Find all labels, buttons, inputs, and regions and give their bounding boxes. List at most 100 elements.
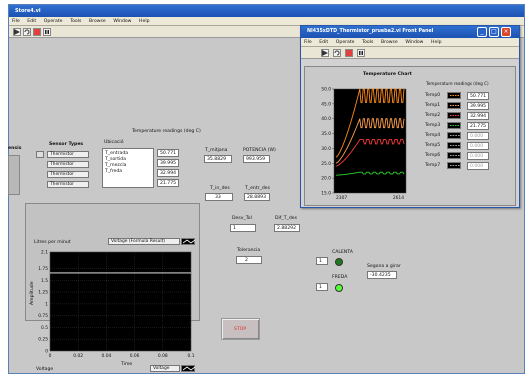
fp-menu-file[interactable]: File <box>304 40 312 45</box>
minimize-icon[interactable]: _ <box>477 27 487 37</box>
close-icon[interactable]: × <box>501 27 511 37</box>
fp-run-arrow-icon[interactable] <box>321 49 329 57</box>
temp-y-tick-label: 20.0 <box>321 176 331 182</box>
t-entr-des-label: T_entr_des <box>245 186 270 191</box>
tolerancia-control[interactable]: 2 <box>236 256 262 264</box>
main-title-bar[interactable]: Store4.vi <box>9 5 524 17</box>
menu-file[interactable]: File <box>12 19 20 24</box>
menu-operate[interactable]: Operate <box>44 19 63 24</box>
pause-icon[interactable] <box>43 28 51 36</box>
fp-pause-icon[interactable] <box>357 49 365 57</box>
legend-label: Temp1 <box>425 103 441 108</box>
t-in-des-control[interactable]: 33 <box>205 193 233 201</box>
plot-line-style-icon[interactable] <box>181 238 195 245</box>
graph-y-tick-label: 2.1 <box>41 250 48 256</box>
voltage-selector[interactable]: Voltage <box>150 365 180 372</box>
calenta-label: CALENTA <box>332 250 353 255</box>
legend-value: 39.995 <box>467 102 489 110</box>
sensor-type-0[interactable]: Thermistor <box>47 151 89 158</box>
litres-graph-plot-legend[interactable]: Voltage (Formula Result) <box>108 238 180 245</box>
stop-button[interactable]: STOP <box>221 318 260 340</box>
voltage-label-left: Voltage <box>36 367 54 372</box>
graph-y-tick-label: 1 <box>45 301 48 307</box>
legend-swatch[interactable] <box>447 152 461 159</box>
legend-swatch[interactable] <box>447 162 461 169</box>
fp-menu-edit[interactable]: Edit <box>319 40 328 45</box>
graph-x-tick-label: 0.04 <box>102 353 112 359</box>
legend-swatch[interactable] <box>447 112 461 119</box>
sensor-type-2[interactable]: Thermistor <box>47 171 89 178</box>
stop-button-label: STOP <box>234 327 247 332</box>
menu-edit[interactable]: Edit <box>27 19 36 24</box>
segona-value: -30.4235 <box>367 271 397 279</box>
calenta-index[interactable]: 1 <box>316 257 328 265</box>
graph-x-tick-label: 0.02 <box>73 353 83 359</box>
temp-y-tick-label: 40.0 <box>321 116 331 122</box>
legend-value: 0.000 <box>467 142 489 150</box>
voltage-plot-style-icon[interactable] <box>181 365 195 372</box>
fp-menu-help[interactable]: Help <box>431 40 441 45</box>
temp-readings-title: Temperature readings (deg C) <box>132 129 201 134</box>
ubicacio-item[interactable]: T_mezcla <box>105 163 151 168</box>
segona-label: Segona a girar <box>367 264 401 269</box>
freda-index[interactable]: 1 <box>316 283 328 291</box>
menu-window[interactable]: Window <box>113 19 131 24</box>
fp-menu-operate[interactable]: Operate <box>336 40 355 45</box>
sensor-type-3[interactable]: Thermistor <box>47 181 89 188</box>
calenta-led[interactable] <box>335 258 343 266</box>
menu-browse[interactable]: Browse <box>89 19 106 24</box>
legend-label: Temp0 <box>425 93 441 98</box>
ubicacio-item[interactable]: T_entrada <box>105 151 151 156</box>
legend-value: 0.000 <box>467 162 489 170</box>
ubicacio-item[interactable]: T_sortida <box>105 157 151 162</box>
menu-help[interactable]: Help <box>139 19 149 24</box>
sensor-type-1[interactable]: Thermistor <box>47 161 89 168</box>
graph-y-axis-label: Amplitude <box>29 281 35 305</box>
fp-menu-browse[interactable]: Browse <box>381 40 398 45</box>
fp-menu-tools[interactable]: Tools <box>362 40 373 45</box>
graph-y-tick-label: 0.5 <box>41 325 48 331</box>
legend-swatch[interactable] <box>447 92 461 99</box>
legend-value: 50.771 <box>467 92 489 100</box>
legend-label: Temp7 <box>425 163 441 168</box>
fp-toolbar <box>301 47 519 59</box>
abort-icon[interactable] <box>33 28 41 36</box>
temp-y-ticks: 50.0 45.0 40.0 35.0 30.0 25.0 20.0 15.0 <box>321 87 334 197</box>
t-in-des-label: T_in_des <box>210 186 230 191</box>
ubicacio-item[interactable]: T_freda <box>105 169 151 174</box>
temp-y-tick-label: 50.0 <box>321 87 331 93</box>
temp-reading-2: 32.994 <box>157 169 179 177</box>
legend-swatch[interactable] <box>447 132 461 139</box>
legend-label: Temp4 <box>425 133 441 138</box>
ubicacio-title: Ubicació <box>104 140 124 145</box>
run-continuous-icon[interactable] <box>23 28 31 36</box>
graph-plot-area <box>49 251 192 352</box>
graph-x-tick-label: 0.1 <box>188 353 195 359</box>
fp-run-continuous-icon[interactable] <box>333 49 341 57</box>
legend-value: 0.000 <box>467 132 489 140</box>
temp-y-tick-label: 30.0 <box>321 146 331 152</box>
fp-menu-window[interactable]: Window <box>405 40 423 45</box>
run-arrow-icon[interactable] <box>13 28 21 36</box>
sensor-index-control[interactable] <box>36 151 44 158</box>
graph-y-tick-label: 1.5 <box>41 278 48 284</box>
temp-reading-3: 21.775 <box>157 179 179 187</box>
desv-tol-value: 1 <box>230 224 256 232</box>
freda-led[interactable] <box>335 284 343 292</box>
temp-y-tick-label: 35.0 <box>321 131 331 137</box>
menu-tools[interactable]: Tools <box>70 19 81 24</box>
maximize-icon[interactable]: □ <box>489 27 499 37</box>
legend-label: Temp3 <box>425 123 441 128</box>
ubicacio-listbox[interactable]: T_entrada T_sortida T_mezcla T_freda <box>102 148 154 188</box>
fp-abort-icon[interactable] <box>345 49 353 57</box>
legend-swatch[interactable] <box>447 142 461 149</box>
legend-value: 32.994 <box>467 112 489 120</box>
dif-t-des-value: 2.88292 <box>274 224 300 232</box>
desv-tol-label: Desv_Tol <box>232 216 252 221</box>
sensor-types-title: Sensor Types <box>49 142 84 147</box>
legend-label: Temp6 <box>425 153 441 158</box>
t-mitjana-value: 35.8829 <box>204 155 232 163</box>
temp-x-tick-label: 2307 <box>336 195 347 201</box>
legend-swatch[interactable] <box>447 102 461 109</box>
legend-swatch[interactable] <box>447 122 461 129</box>
